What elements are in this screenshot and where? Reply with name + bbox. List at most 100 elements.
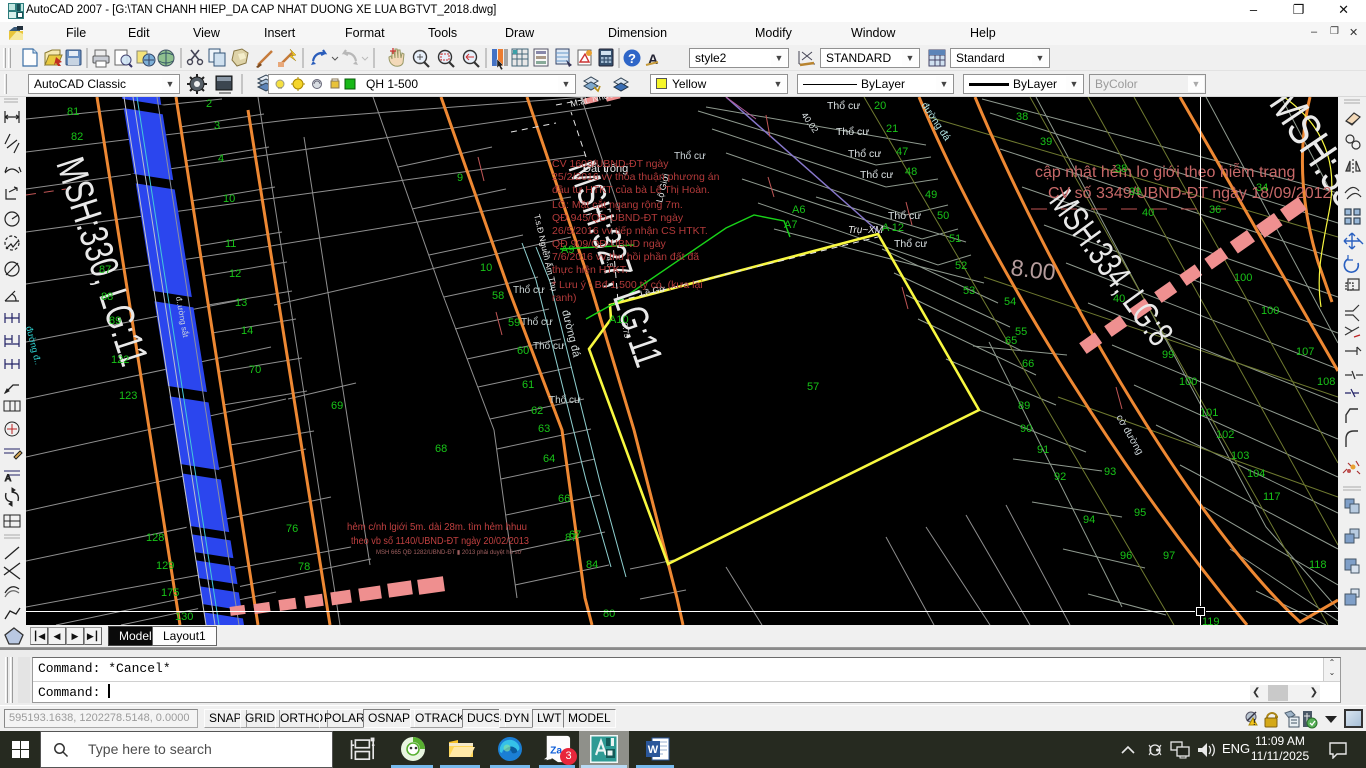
svg-text:cập nhật hẻm lo giới theo hiễm: cập nhật hẻm lo giới theo hiễm trạng — [1035, 162, 1295, 181]
svg-text:48: 48 — [905, 166, 917, 178]
svg-text:theo vb số 1140/UBND-ĐT ngày 2: theo vb số 1140/UBND-ĐT ngày 20/02/2013 — [351, 535, 529, 547]
svg-text:38: 38 — [1115, 163, 1127, 175]
svg-text:10: 10 — [223, 193, 235, 205]
svg-text:11: 11 — [225, 238, 236, 250]
svg-text:Thổ cư: Thổ cư — [848, 148, 881, 160]
svg-text:53: 53 — [963, 285, 975, 297]
svg-text:12: 12 — [229, 268, 241, 280]
svg-text:9: 9 — [457, 172, 463, 184]
svg-text:66: 66 — [558, 493, 570, 505]
svg-text:102: 102 — [1216, 429, 1234, 441]
svg-text:82: 82 — [71, 131, 83, 143]
svg-text:21: 21 — [886, 123, 898, 135]
svg-text:đầu tư HTKT của bà Lê Thị Hoàn: đầu tư HTKT của bà Lê Thị Hoàn. — [552, 184, 710, 196]
svg-text:14: 14 — [241, 325, 253, 337]
svg-text:A: A — [5, 473, 11, 483]
svg-text:123: 123 — [119, 390, 137, 402]
svg-text:39: 39 — [1040, 136, 1052, 148]
svg-text:40: 40 — [1113, 293, 1125, 305]
svg-text:W: W — [648, 744, 659, 756]
svg-text:94: 94 — [1083, 514, 1095, 526]
svg-text:8.00: 8.00 — [1009, 254, 1057, 285]
svg-text:36: 36 — [1209, 204, 1221, 216]
svg-text:99: 99 — [1162, 349, 1174, 361]
svg-text:100: 100 — [1261, 305, 1279, 317]
svg-text:47: 47 — [896, 146, 908, 158]
svg-text:101: 101 — [1200, 407, 1218, 419]
svg-text:103: 103 — [1231, 450, 1249, 462]
svg-text:76: 76 — [286, 523, 298, 535]
svg-text:Thổ cư: Thổ cư — [549, 394, 581, 406]
svg-text:2: 2 — [206, 98, 212, 110]
svg-text:87: 87 — [565, 532, 577, 544]
svg-text:38: 38 — [1016, 111, 1028, 123]
svg-text:52: 52 — [955, 260, 967, 272]
svg-text:LG: Mặt cắt ngang rộng 7m.: LG: Mặt cắt ngang rộng 7m. — [552, 198, 683, 211]
svg-text:A 12: A 12 — [882, 222, 904, 234]
svg-text:Thổ cư: Thổ cư — [836, 126, 869, 138]
svg-text:118: 118 — [1309, 559, 1327, 571]
svg-text:84: 84 — [586, 559, 598, 571]
svg-text:90: 90 — [1020, 423, 1032, 435]
svg-text:97: 97 — [1163, 550, 1175, 562]
svg-text:49: 49 — [925, 189, 937, 201]
svg-text:104: 104 — [1247, 468, 1265, 480]
svg-text:CV 1603/UBND-ĐT ngày: CV 1603/UBND-ĐT ngày — [552, 158, 669, 170]
svg-text:128: 128 — [146, 532, 164, 544]
svg-text:108: 108 — [1317, 376, 1335, 388]
svg-text:107: 107 — [1296, 346, 1314, 358]
svg-text:20: 20 — [874, 100, 886, 112]
svg-text:69: 69 — [331, 400, 343, 412]
svg-text:MSH 665 QĐ 1282/UBND-ĐT ▮ 2013: MSH 665 QĐ 1282/UBND-ĐT ▮ 2013 phải duyệ… — [376, 550, 522, 556]
svg-text:13: 13 — [235, 297, 247, 309]
svg-text:!: ! — [1253, 718, 1256, 727]
svg-text:3: 3 — [214, 120, 220, 132]
svg-text:Thổ cư: Thổ cư — [894, 238, 927, 250]
svg-text:39: 39 — [1129, 186, 1141, 198]
svg-text:Thổ cư: Thổ cư — [513, 284, 545, 296]
svg-text:60: 60 — [517, 345, 529, 357]
svg-text:95: 95 — [1134, 507, 1146, 519]
svg-text:26/5/2016 vv tiếp nhận CS HTKT: 26/5/2016 vv tiếp nhận CS HTKT. — [552, 225, 708, 237]
svg-text:A6: A6 — [792, 204, 805, 216]
svg-text:A10: A10 — [609, 314, 629, 326]
svg-text:51: 51 — [949, 233, 961, 245]
svg-text:* Lưu ý : Bđ 1.500 tỷ có. (kưa: * Lưu ý : Bđ 1.500 tỷ có. (kưa lại — [552, 279, 703, 291]
svg-text:Thổ cư: Thổ cư — [674, 150, 706, 162]
svg-text:Thổ cư: Thổ cư — [521, 316, 553, 328]
svg-text:117: 117 — [1263, 491, 1281, 503]
svg-text:89: 89 — [1018, 400, 1030, 412]
svg-text:91: 91 — [1037, 444, 1049, 456]
svg-text:68: 68 — [435, 443, 447, 455]
svg-text:66: 66 — [1022, 358, 1034, 370]
svg-text:QĐ 945/QĐ-UBND-ĐT ngày: QĐ 945/QĐ-UBND-ĐT ngày — [552, 212, 684, 224]
svg-text:96: 96 — [1120, 550, 1132, 562]
svg-text:A9: A9 — [561, 244, 574, 256]
svg-text:10: 10 — [480, 262, 492, 274]
svg-text:100: 100 — [1179, 376, 1197, 388]
svg-text:thực hiện HTKT.: thực hiện HTKT. — [552, 264, 628, 276]
svg-text:81: 81 — [67, 106, 79, 118]
svg-text:40: 40 — [1142, 207, 1154, 219]
svg-text:78: 78 — [298, 561, 310, 573]
svg-text:57: 57 — [807, 381, 819, 393]
svg-text:70: 70 — [249, 364, 261, 376]
svg-text:100: 100 — [1234, 272, 1252, 284]
svg-text:Trụ~XM: Trụ~XM — [848, 225, 884, 236]
svg-text:ranh): ranh) — [552, 292, 577, 304]
svg-text:61: 61 — [522, 379, 534, 391]
svg-text:hẻm c/nh lgiới 5m. dài 28m. tì: hẻm c/nh lgiới 5m. dài 28m. tìm hẻm hhuu — [347, 522, 527, 533]
svg-text:65: 65 — [1005, 335, 1017, 347]
svg-text:25/2/2016 vv thỏa thuận phương: 25/2/2016 vv thỏa thuận phương án — [552, 171, 720, 183]
svg-text:?: ? — [628, 51, 636, 66]
svg-text:CV số 3349/UBND-ĐT ngày 18/09/: CV số 3349/UBND-ĐT ngày 18/09/2012 — [1048, 185, 1332, 202]
svg-text:50: 50 — [937, 210, 949, 222]
svg-text:130: 130 — [175, 611, 193, 623]
svg-text:54: 54 — [1004, 296, 1016, 308]
svg-text:89: 89 — [109, 315, 121, 327]
svg-text:93: 93 — [1104, 466, 1116, 478]
svg-text:92: 92 — [1054, 471, 1066, 483]
svg-text:87: 87 — [99, 264, 111, 276]
svg-text:64: 64 — [543, 453, 555, 465]
svg-text:34: 34 — [1256, 182, 1268, 194]
